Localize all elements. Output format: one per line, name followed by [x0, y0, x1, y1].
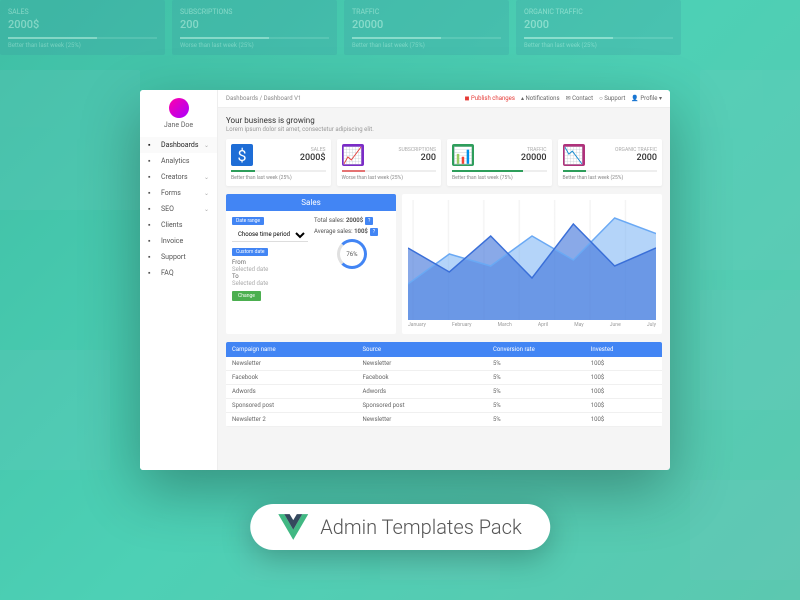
sales-panel: Sales Date range Choose time period Cust…: [226, 194, 396, 334]
table-row[interactable]: Sponsored postSponsored post5%100$: [226, 399, 662, 413]
sidebar-item-support[interactable]: ▪ Support: [140, 249, 217, 265]
question-icon: ▪: [148, 269, 156, 277]
topbar: Dashboards / Dashboard V1 ◼ Publish chan…: [218, 90, 670, 108]
sidebar-item-label: Forms: [161, 189, 181, 197]
sidebar-item-label: Analytics: [161, 157, 190, 165]
notifications-link[interactable]: ▴ Notifications: [521, 95, 560, 102]
chevron-down-icon: ⌄: [204, 190, 209, 197]
vue-logo-icon: [278, 514, 308, 540]
sidebar-item-invoice[interactable]: ▪ Invoice: [140, 233, 217, 249]
users-icon: ▪: [148, 173, 156, 181]
change-button[interactable]: Change: [232, 291, 261, 301]
sidebar-item-label: Invoice: [161, 237, 183, 245]
stat-icon: 📊: [452, 144, 474, 166]
table-row[interactable]: AdwordsAdwords5%100$: [226, 385, 662, 399]
total-sales-metric: Total sales: 2000$?: [314, 217, 390, 225]
stat-icon: 📉: [563, 144, 585, 166]
table-row[interactable]: NewsletterNewsletter5%100$: [226, 357, 662, 371]
stat-card-organic traffic: 📉ORGANIC TRAFFIC2000Better than last wee…: [558, 139, 663, 186]
chevron-down-icon: ⌄: [204, 142, 209, 149]
chevron-down-icon: ⌄: [204, 174, 209, 181]
form-icon: ▪: [148, 189, 156, 197]
people-icon: ▪: [148, 221, 156, 229]
sidebar-item-dashboards[interactable]: ▪ Dashboards ⌄: [140, 137, 217, 153]
date-range-pill: Date range: [232, 217, 264, 225]
table-header: Campaign name Source Conversion rate Inv…: [226, 342, 662, 357]
support-link[interactable]: ○ Support: [599, 95, 625, 102]
sidebar-item-faq[interactable]: ▪ FAQ: [140, 265, 217, 281]
help-icon: ▪: [148, 253, 156, 261]
breadcrumb: Dashboards / Dashboard V1: [226, 95, 465, 102]
avg-sales-metric: Average sales: 100$?: [314, 228, 390, 236]
profile-link[interactable]: 👤 Profile ▾: [631, 95, 662, 102]
sidebar-item-label: Dashboards: [161, 141, 198, 149]
table-row[interactable]: FacebookFacebook5%100$: [226, 371, 662, 385]
campaigns-table: Campaign name Source Conversion rate Inv…: [226, 342, 662, 427]
contact-link[interactable]: ✉ Contact: [566, 95, 594, 102]
sidebar-item-label: FAQ: [161, 269, 174, 277]
sales-panel-header: Sales: [226, 194, 396, 211]
time-period-select[interactable]: Choose time period: [232, 228, 308, 242]
page-title: Your business is growing: [226, 116, 662, 125]
line-chart: [408, 200, 656, 320]
link-icon: ▪: [148, 205, 156, 213]
chart-x-axis: JanuaryFebruaryMarchAprilMayJuneJuly: [408, 322, 656, 328]
gauge-chart: [337, 239, 367, 269]
chart-panel: JanuaryFebruaryMarchAprilMayJuneJuly: [402, 194, 662, 334]
sidebar-item-seo[interactable]: ▪ SEO ⌄: [140, 201, 217, 217]
avatar[interactable]: [169, 98, 189, 118]
sidebar-item-label: Clients: [161, 221, 182, 229]
publish-button[interactable]: ◼ Publish changes: [465, 95, 515, 102]
doc-icon: ▪: [148, 237, 156, 245]
main-content: Dashboards / Dashboard V1 ◼ Publish chan…: [218, 90, 670, 470]
user-name: Jane Doe: [140, 121, 217, 129]
stat-card-sales: $SALES2000$Better than last week (25%): [226, 139, 331, 186]
sidebar-item-forms[interactable]: ▪ Forms ⌄: [140, 185, 217, 201]
sidebar-item-creators[interactable]: ▪ Creators ⌄: [140, 169, 217, 185]
table-row[interactable]: Newsletter 2Newsletter5%100$: [226, 413, 662, 427]
sidebar-item-label: Support: [161, 253, 186, 261]
chevron-down-icon: ⌄: [204, 206, 209, 213]
dashboard-window: Jane Doe ▪ Dashboards ⌄ ▪ Analytics ▪ Creators…: [140, 90, 670, 470]
sidebar-item-label: Creators: [161, 173, 188, 181]
grid-icon: ▪: [148, 141, 156, 149]
sidebar: Jane Doe ▪ Dashboards ⌄ ▪ Analytics ▪ Creators…: [140, 90, 218, 470]
promo-badge-text: Admin Templates Pack: [320, 515, 522, 539]
custom-date-pill: Custom date: [232, 248, 268, 256]
sidebar-item-label: SEO: [161, 205, 174, 213]
sidebar-item-clients[interactable]: ▪ Clients: [140, 217, 217, 233]
stat-icon: $: [231, 144, 253, 166]
chart-icon: ▪: [148, 157, 156, 165]
stat-card-subscriptions: 📈SUBSCRIPTIONS200Worse than last week (2…: [337, 139, 442, 186]
stats-row: $SALES2000$Better than last week (25%)📈S…: [226, 139, 662, 186]
sidebar-item-analytics[interactable]: ▪ Analytics: [140, 153, 217, 169]
page-subtitle: Lorem ipsum dolor sit amet, consectetur …: [226, 126, 662, 133]
stat-icon: 📈: [342, 144, 364, 166]
promo-badge: Admin Templates Pack: [250, 504, 550, 550]
stat-card-traffic: 📊TRAFFIC20000Better than last week (75%): [447, 139, 552, 186]
